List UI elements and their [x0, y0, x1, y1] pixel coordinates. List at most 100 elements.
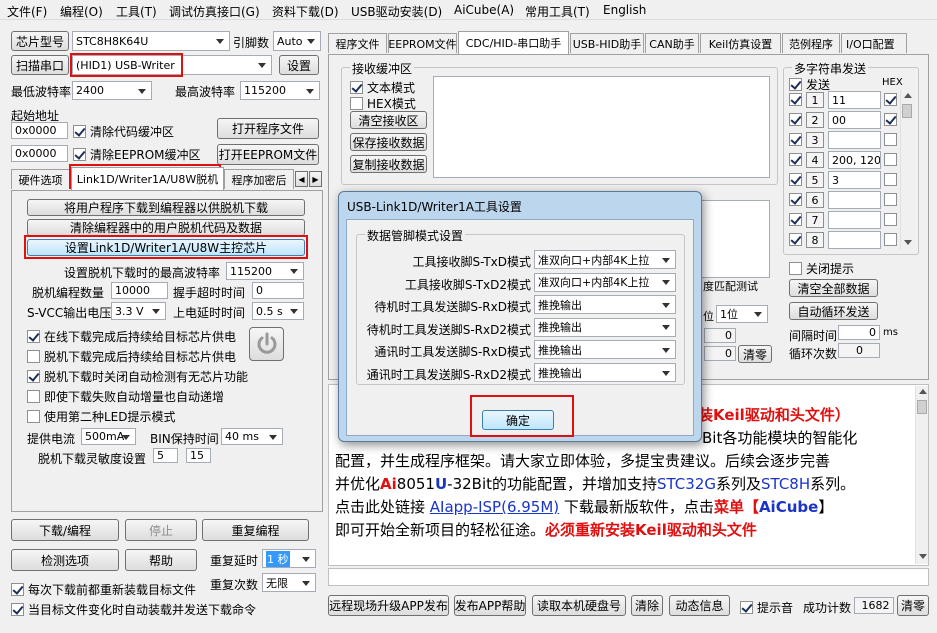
power-button[interactable]: [249, 327, 284, 361]
repeat-count-select[interactable]: 无限: [262, 573, 316, 592]
offline-baud-select[interactable]: 115200: [226, 262, 304, 280]
command-input[interactable]: [328, 568, 929, 586]
dialog-setting-select[interactable]: 推挽输出: [534, 295, 676, 315]
port-select[interactable]: (HID1) USB-Writer: [72, 55, 272, 75]
power-delay-select[interactable]: 0.5 s: [252, 302, 304, 320]
open-program-button[interactable]: 打开程序文件: [217, 118, 319, 139]
menu-aicube[interactable]: AiCube(A): [454, 3, 514, 17]
chip-type-button[interactable]: 芯片型号: [11, 31, 69, 51]
tab-link1d-offline[interactable]: Link1D/Writer1A/U8W脱机: [71, 167, 224, 190]
scan-port-button[interactable]: 扫描串口: [11, 55, 69, 75]
disable-chip-detect-checkbox[interactable]: 脱机下载时关闭自动检测有无芯片功能: [27, 368, 248, 385]
save-receive-button[interactable]: 保存接收数据: [350, 133, 427, 151]
send-row-input[interactable]: [828, 211, 881, 229]
reload-each-checkbox[interactable]: 每次下载前都重新装载目标文件: [11, 581, 196, 598]
send-row-input[interactable]: 200, 120,: [828, 151, 881, 169]
send-row-input[interactable]: [828, 191, 881, 209]
send-row-checkbox[interactable]: [789, 213, 806, 226]
send-row-button[interactable]: 8: [806, 232, 824, 248]
info-scroll-up-icon[interactable]: [919, 389, 927, 394]
menu-debug[interactable]: 调试仿真接口(G): [169, 3, 260, 20]
text-mode-checkbox[interactable]: 文本模式: [350, 79, 415, 96]
info-scroll-thumb[interactable]: [917, 400, 927, 414]
send-row-checkbox[interactable]: [789, 173, 806, 186]
interval-input[interactable]: 0: [838, 325, 880, 340]
auto-loop-send-button[interactable]: 自动循环发送: [789, 302, 878, 320]
send-row-input[interactable]: [828, 131, 881, 149]
tab-program-file[interactable]: 程序文件: [328, 33, 387, 53]
check-options-button[interactable]: 检测选项: [11, 549, 119, 571]
clear-code-checkbox[interactable]: 清除代码缓冲区: [73, 123, 174, 140]
close-prompt-checkbox[interactable]: 关闭提示: [789, 260, 854, 277]
send-row-hex-checkbox[interactable]: [884, 213, 901, 226]
remote-upgrade-button[interactable]: 远程现场升级APP发布: [328, 595, 449, 616]
send-row-hex-checkbox[interactable]: [884, 113, 901, 126]
send-row-hex-checkbox[interactable]: [884, 93, 901, 106]
reset-count-button[interactable]: 清零: [897, 595, 929, 616]
info-scroll-down-icon[interactable]: [919, 554, 927, 559]
send-row-checkbox[interactable]: [789, 133, 806, 146]
download-to-programmer-button[interactable]: 将用户程序下载到编程器以供脱机下载: [27, 199, 305, 216]
send-row-hex-checkbox[interactable]: [884, 173, 901, 186]
auto-increment-checkbox[interactable]: 即使下载失败自动增量也自动递增: [27, 388, 224, 405]
scroll-down-icon[interactable]: [904, 240, 912, 245]
receive-textarea[interactable]: [433, 76, 770, 178]
current-select[interactable]: 500mA: [81, 428, 136, 445]
send-row-hex-checkbox[interactable]: [884, 153, 901, 166]
send-row-input[interactable]: [828, 231, 881, 249]
download-link[interactable]: AIapp-ISP(6.95M): [430, 498, 559, 516]
info-scrollbar[interactable]: [915, 386, 928, 564]
clear-info-button[interactable]: 清除: [631, 595, 663, 616]
hex-mode-checkbox[interactable]: HEX模式: [350, 95, 416, 112]
tab-serial-assistant[interactable]: CDC/HID-串口助手: [458, 31, 569, 54]
send-row-button[interactable]: 6: [806, 192, 824, 208]
send-row-button[interactable]: 7: [806, 212, 824, 228]
send-row-input[interactable]: 11: [828, 91, 881, 109]
dialog-setting-select[interactable]: 准双向口+内部4K上拉: [534, 272, 676, 292]
scroll-thumb[interactable]: [902, 104, 912, 118]
tab-hardware[interactable]: 硬件选项: [11, 169, 70, 189]
menu-program[interactable]: 编程(O): [60, 3, 103, 20]
send-textarea-visible[interactable]: [690, 200, 770, 278]
keep-power-online-checkbox[interactable]: 在线下载完成后持续给目标芯片供电: [27, 328, 236, 345]
tab-eeprom-file[interactable]: EEPROM文件: [388, 33, 457, 53]
send-row-input[interactable]: 00: [828, 111, 881, 129]
send-row-button[interactable]: 4: [806, 152, 824, 168]
send-row-button[interactable]: 5: [806, 172, 824, 188]
send-row-checkbox[interactable]: [789, 113, 806, 126]
tab-io-config[interactable]: I/O口配置: [841, 33, 907, 53]
send-row-checkbox[interactable]: [789, 93, 806, 106]
send-row-hex-checkbox[interactable]: [884, 233, 901, 246]
send-all-checkbox[interactable]: 发送: [789, 76, 830, 93]
menu-file[interactable]: 文件(F): [7, 3, 47, 20]
send-row-checkbox[interactable]: [789, 153, 806, 166]
menu-usb-driver[interactable]: USB驱动安装(D): [351, 3, 442, 20]
send-row-hex-checkbox[interactable]: [884, 193, 901, 206]
pin-count-select[interactable]: Auto: [273, 31, 321, 51]
menu-tools[interactable]: 工具(T): [116, 3, 157, 20]
menu-downloads[interactable]: 资料下载(D): [272, 3, 339, 20]
send-row-button[interactable]: 2: [806, 112, 824, 128]
read-disk-id-button[interactable]: 读取本机硬盘号: [532, 595, 626, 616]
scroll-up-icon[interactable]: [904, 93, 912, 98]
repeat-program-button[interactable]: 重复编程: [202, 519, 309, 541]
dialog-setting-select[interactable]: 推挽输出: [534, 317, 676, 337]
clear-eeprom-checkbox[interactable]: 清除EEPROM缓冲区: [73, 146, 201, 163]
eeprom-address-input[interactable]: 0x0000: [11, 145, 68, 162]
max-baud-select[interactable]: 115200: [240, 81, 320, 100]
multi-send-scrollbar[interactable]: [900, 90, 913, 250]
svcc-select[interactable]: 3.3 V: [111, 302, 166, 320]
tab-scroll-right[interactable]: ▶: [309, 171, 322, 187]
led-mode-checkbox[interactable]: 使用第二种LED提示模式: [27, 408, 176, 425]
chip-select[interactable]: STC8H8K64U: [72, 31, 230, 51]
dialog-setting-select[interactable]: 准双向口+内部4K上拉: [534, 250, 676, 269]
dynamic-info-button[interactable]: 动态信息: [669, 595, 730, 616]
handshake-timeout-input[interactable]: 0: [252, 282, 304, 299]
send-row-input[interactable]: 3: [828, 171, 881, 189]
send-row-checkbox[interactable]: [789, 233, 806, 246]
clear-receive-button[interactable]: 清空接收区: [350, 111, 427, 129]
publish-app-help-button[interactable]: 发布APP帮助: [454, 595, 526, 616]
tab-usb-hid[interactable]: USB-HID助手: [570, 33, 644, 53]
clear-offline-code-button[interactable]: 清除编程器中的用户脱机代码及数据: [27, 219, 305, 236]
tab-keil[interactable]: Keil仿真设置: [700, 33, 781, 53]
